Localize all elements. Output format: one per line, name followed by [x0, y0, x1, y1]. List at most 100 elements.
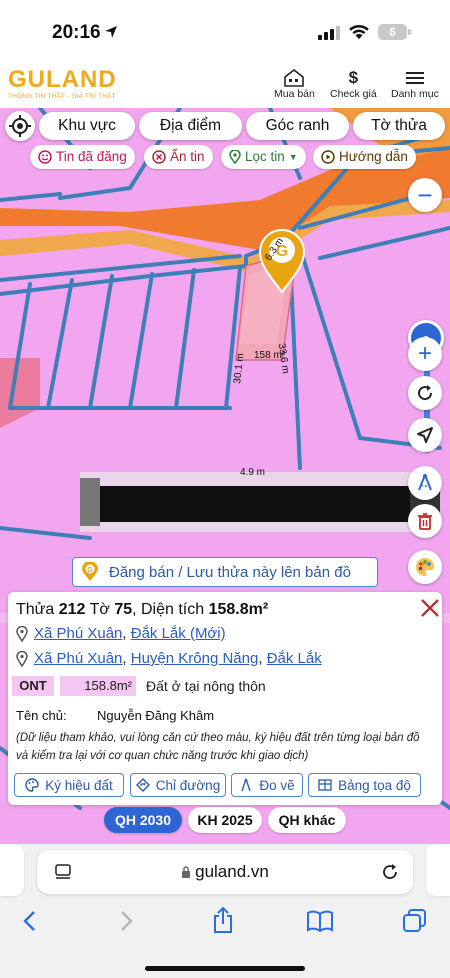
tabs-icon[interactable]	[402, 908, 428, 934]
land-description: Đất ở tại nông thôn	[146, 678, 266, 694]
parcel-title: Thửa 212 Tờ 75, Diện tích 158.8m²	[16, 601, 268, 619]
close-card-button[interactable]	[420, 594, 440, 625]
chevron-down-icon: ▼	[288, 152, 298, 162]
dim-bottom-label: 4.9 m	[240, 467, 266, 478]
map-pin-icon	[16, 650, 28, 667]
parcel-info-card: Thửa 212 Tờ 75, Diện tích 158.8m² Xã Phú…	[8, 592, 442, 805]
forward-icon[interactable]	[120, 910, 134, 932]
parcel-area: 158.8m²	[208, 601, 269, 618]
status-bar: 20:16 6	[0, 0, 450, 62]
hamburger-icon	[391, 68, 439, 88]
address-row-old: Xã Phú Xuân, Huyện Krông Năng, Đắk Lắk	[16, 650, 322, 667]
region-button[interactable]: Khu vực	[39, 112, 135, 140]
previous-tab-peek[interactable]	[0, 844, 24, 896]
svg-text:G: G	[87, 567, 93, 574]
crosshair-icon	[9, 115, 31, 137]
battery-icon: 6	[378, 24, 407, 40]
filter-listings-chip[interactable]: Lọc tin ▼	[221, 145, 306, 169]
palette-icon	[416, 558, 434, 576]
refresh-button[interactable]	[408, 376, 442, 410]
close-icon	[421, 599, 439, 617]
wifi-icon	[349, 24, 369, 39]
address-bar[interactable]: guland.vn	[37, 850, 413, 894]
play-circle-icon	[321, 150, 335, 164]
map-pin-icon	[16, 625, 28, 642]
parcel-number: 212	[58, 601, 86, 618]
address-separator: ,	[122, 625, 127, 642]
commune-link[interactable]: Xã Phú Xuân	[34, 650, 122, 667]
coordinates-label: Bảng tọa độ	[338, 777, 411, 793]
compass-draw-icon	[418, 474, 432, 491]
check-price-button[interactable]: $ Check giá	[330, 68, 377, 100]
refresh-icon	[418, 385, 433, 401]
place-button[interactable]: Địa điểm	[139, 112, 242, 140]
bookmarks-icon[interactable]	[306, 910, 334, 932]
parcel-button[interactable]: Tờ thửa	[353, 112, 445, 140]
logo-text: GULAND	[8, 66, 117, 93]
land-area-badge: 158.8m²	[60, 676, 136, 696]
boundary-button[interactable]: Góc ranh	[246, 112, 349, 140]
status-time: 20:16	[52, 22, 101, 43]
zoom-in-button[interactable]: +	[408, 337, 442, 371]
measure-tool-button[interactable]	[408, 466, 442, 500]
posted-label: Tin đã đăng	[56, 149, 127, 164]
palette-icon	[25, 778, 39, 792]
address-row-new: Xã Phú Xuân, Đắk Lắk (Mới)	[16, 625, 226, 642]
filter-label: Lọc tin	[245, 149, 285, 164]
disclaimer-note: (Dữ liệu tham khảo, vui lòng căn cứ theo…	[16, 732, 420, 762]
measure-button[interactable]: Đo vẽ	[231, 773, 303, 797]
cell-signal-icon	[318, 26, 340, 40]
sheet-number: 75	[114, 601, 133, 618]
navigate-button[interactable]	[408, 418, 442, 452]
directions-button[interactable]: Chỉ đường	[130, 773, 226, 797]
guland-logo[interactable]: GULAND THÔNG TIN THẬT - GIÁ TRỊ THẬT	[8, 66, 117, 100]
tab-qh-other[interactable]: QH khác	[268, 807, 346, 833]
commune-link[interactable]: Xã Phú Xuân	[34, 625, 122, 642]
logo-tagline: THÔNG TIN THẬT - GIÁ TRỊ THẬT	[8, 93, 116, 100]
area-label: , Diện tích	[132, 601, 205, 618]
app-header: GULAND THÔNG TIN THẬT - GIÁ TRỊ THẬT Mua…	[0, 62, 450, 108]
guide-chip[interactable]: Hướng dẫn	[313, 145, 416, 169]
lock-icon	[182, 866, 191, 878]
posted-listings-chip[interactable]: Tin đã đăng	[30, 145, 135, 169]
minus-icon: −	[417, 180, 433, 210]
province-link[interactable]: Đắk Lắk	[267, 650, 322, 667]
house-icon	[274, 68, 315, 88]
reload-icon[interactable]	[381, 863, 399, 881]
sheet-label: Tờ	[89, 601, 110, 618]
next-tab-peek[interactable]	[426, 844, 450, 896]
map-style-button[interactable]	[408, 550, 442, 584]
battery-tip	[408, 29, 411, 35]
hide-listings-chip[interactable]: Ẩn tin	[144, 145, 213, 169]
menu-label: Danh mục	[391, 88, 439, 100]
title-prefix: Thửa	[16, 601, 55, 618]
dim-area-label: 158 m²	[254, 350, 286, 361]
coordinates-table-button[interactable]: Bảng tọa độ	[308, 773, 421, 797]
district-link[interactable]: Huyện Krông Năng	[131, 650, 259, 667]
back-icon[interactable]	[22, 910, 36, 932]
dollar-icon: $	[348, 68, 359, 87]
menu-button[interactable]: Danh mục	[391, 68, 439, 100]
land-code-badge: ONT	[12, 676, 54, 696]
hide-label: Ẩn tin	[170, 149, 205, 164]
direction-sign-icon	[135, 778, 150, 792]
delete-button[interactable]	[408, 504, 442, 538]
navigation-arrow-icon	[417, 427, 433, 443]
smile-icon	[38, 150, 52, 164]
buy-sell-button[interactable]: Mua bán	[274, 68, 315, 100]
zoom-out-button[interactable]: −	[408, 178, 442, 212]
measure-label: Đo vẽ	[259, 777, 295, 793]
land-symbols-button[interactable]: Ký hiệu đất	[14, 773, 124, 797]
directions-label: Chỉ đường	[155, 777, 221, 793]
province-new-link[interactable]: Đắk Lắk (Mới)	[131, 625, 226, 642]
land-type-row: ONT 158.8m² Đất ở tại nông thôn	[12, 676, 266, 696]
url-value: guland.vn	[195, 862, 269, 881]
map-pin-icon	[229, 150, 241, 164]
check-price-label: Check giá	[330, 88, 377, 100]
url-text: guland.vn	[37, 850, 413, 894]
post-listing-banner[interactable]: G Đăng bán / Lưu thửa này lên bản đồ	[72, 557, 378, 587]
tab-kh-2025[interactable]: KH 2025	[188, 807, 262, 833]
locate-me-button[interactable]	[5, 111, 35, 141]
tab-qh-2030[interactable]: QH 2030	[104, 807, 182, 833]
share-icon[interactable]	[212, 906, 234, 934]
